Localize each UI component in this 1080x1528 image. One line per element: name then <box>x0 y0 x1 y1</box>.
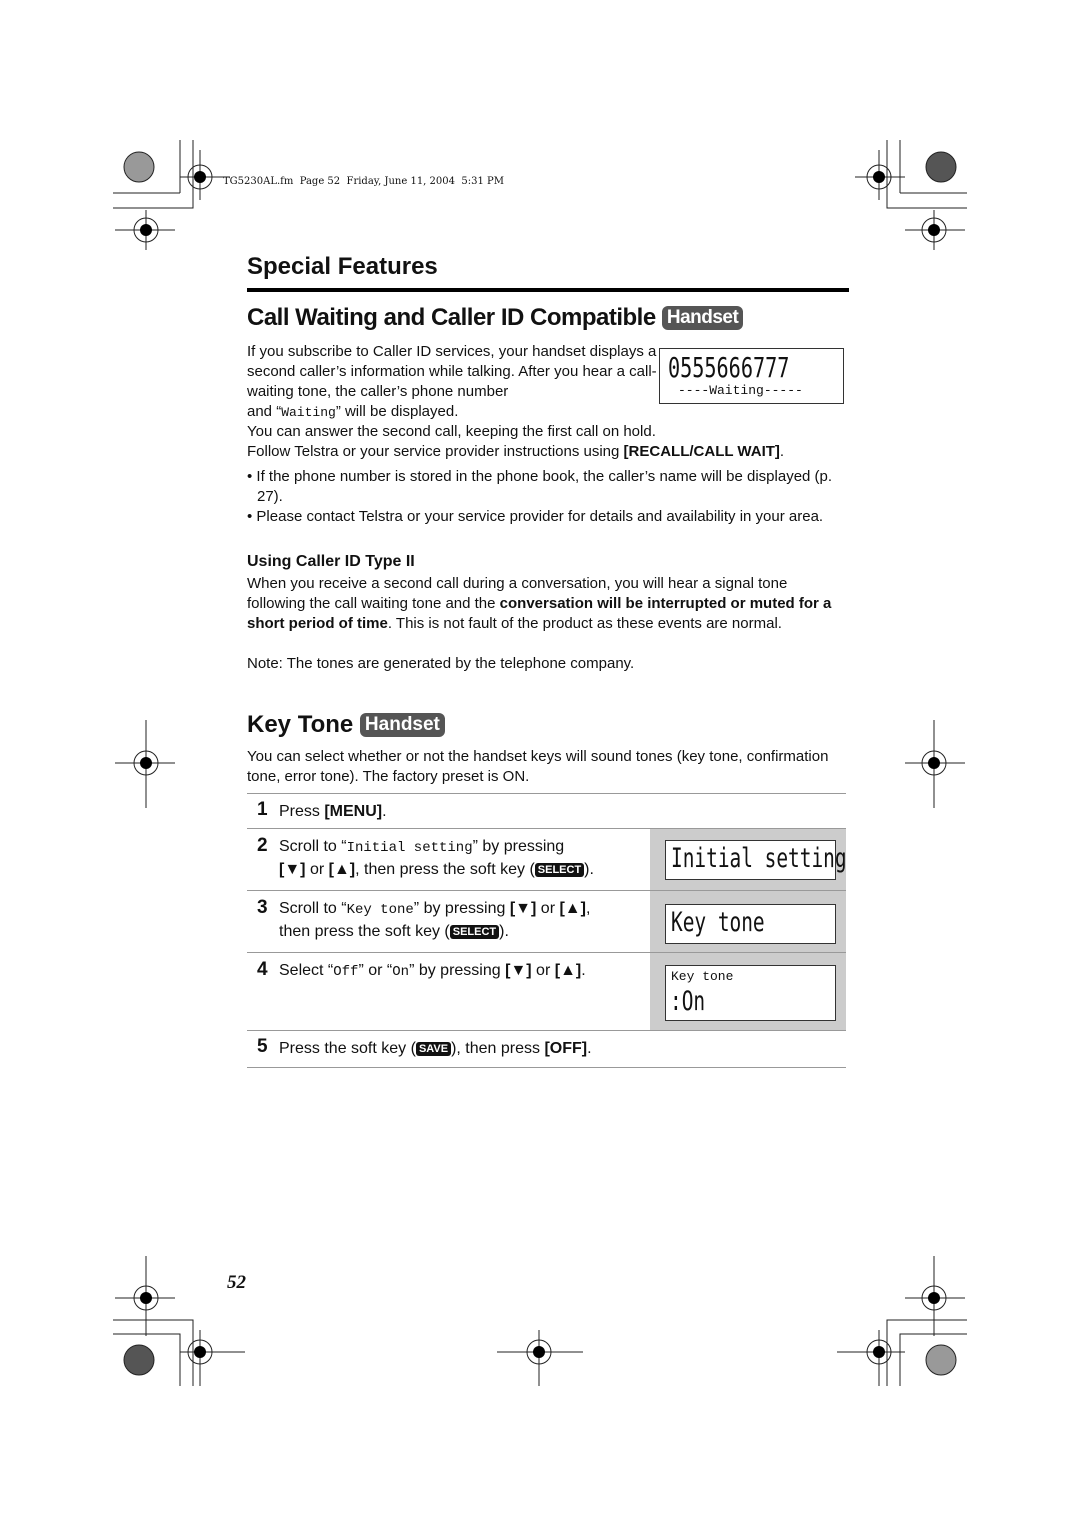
lcd-status: ----Waiting----- <box>678 383 803 398</box>
step-5: 5 Press the soft key (SAVE), then press … <box>247 1030 846 1068</box>
section-title: Special Features <box>247 253 438 280</box>
heading-text: Call Waiting and Caller ID Compatible <box>247 304 656 331</box>
heading-text: Key Tone <box>247 711 354 738</box>
paragraph: If you subscribe to Caller ID services, … <box>247 343 657 400</box>
select-key-icon: SELECT <box>534 863 585 877</box>
paragraph: Follow Telstra or your service provider … <box>247 443 785 460</box>
lcd-display: 0555666777 ----Waiting----- <box>659 348 844 404</box>
lcd-number: 0555666777 <box>668 351 790 384</box>
step-1: 1 Press [MENU]. <box>247 793 846 829</box>
key-tone-title: Key Tone Handset <box>247 711 445 739</box>
crop-star-icon <box>123 1344 155 1376</box>
crop-star-icon <box>925 1344 957 1376</box>
lcd-display: Initial setting <box>665 840 847 880</box>
lcd-display: Key tone <box>665 904 836 944</box>
handset-badge: Handset <box>661 306 744 330</box>
note: Note: The tones are generated by the tel… <box>247 655 635 672</box>
paragraph: You can answer the second call, keeping … <box>247 423 656 440</box>
crop-star-icon <box>123 151 155 183</box>
file-header: TG5230AL.fm Page 52 Friday, June 11, 200… <box>223 176 504 187</box>
page-number: 52 <box>227 1272 246 1293</box>
section-rule <box>247 288 849 292</box>
paragraph: When you receive a second call during a … <box>247 575 832 632</box>
bullet-item: • If the phone number is stored in the p… <box>247 468 833 505</box>
lcd-display: Key tone :On <box>665 965 836 1021</box>
save-key-icon: SAVE <box>415 1042 452 1056</box>
call-waiting-title: Call Waiting and Caller ID Compatible Ha… <box>247 304 744 332</box>
manual-page: TG5230AL.fm Page 52 Friday, June 11, 200… <box>0 0 1080 1528</box>
paragraph: and “Waiting” will be displayed. <box>247 403 459 420</box>
bullet-item: • Please contact Telstra or your service… <box>247 508 824 525</box>
crop-star-icon <box>925 151 957 183</box>
paragraph: You can select whether or not the handse… <box>247 748 829 785</box>
subheading: Using Caller ID Type II <box>247 553 415 570</box>
handset-badge: Handset <box>359 713 445 737</box>
select-key-icon: SELECT <box>449 925 500 939</box>
